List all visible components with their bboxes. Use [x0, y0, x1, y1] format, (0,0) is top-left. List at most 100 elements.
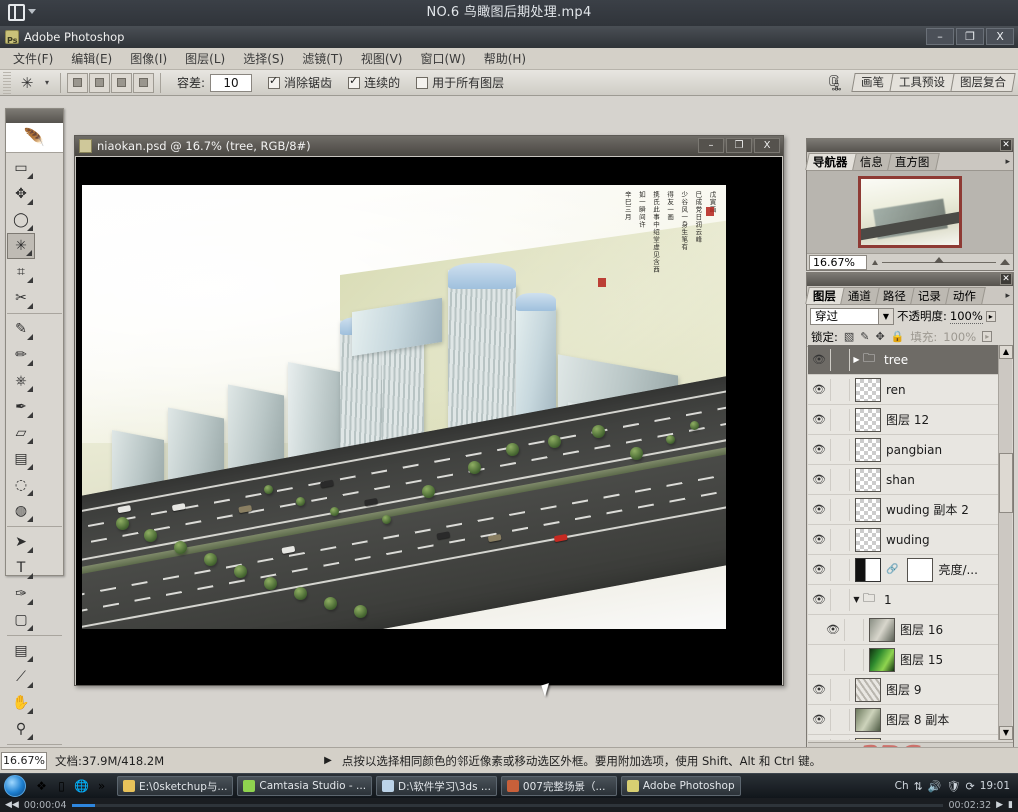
layer-name[interactable]: ren: [886, 383, 906, 397]
table-row[interactable]: 👁 图层 9: [808, 675, 1000, 705]
path-selection-tool[interactable]: ➤: [7, 529, 35, 555]
menu-view[interactable]: 视图(V): [352, 48, 412, 69]
layer-name[interactable]: 图层 12: [886, 411, 929, 428]
toolbox-drag-handle[interactable]: [6, 109, 63, 123]
opacity-slider-arrow-icon[interactable]: ▸: [985, 310, 996, 322]
close-button[interactable]: X: [986, 28, 1014, 45]
artboard-image[interactable]: 戊寅画 巳成党日润云峰 少谷风一身生笔有 得友一画 携氏此事中绍堂虚见含西 如一…: [82, 185, 726, 629]
network-icon[interactable]: ⇅: [914, 780, 923, 793]
fill-slider-arrow-icon[interactable]: ▸: [982, 331, 993, 342]
scroll-down-button[interactable]: ▼: [999, 726, 1013, 740]
table-row[interactable]: 👁 ▶ 🗀 tree: [808, 345, 1000, 375]
taskbar-item-photoshop[interactable]: Adobe Photoshop: [620, 776, 741, 796]
palette-well-tool-presets[interactable]: 工具预设: [889, 73, 955, 92]
magic-wand-icon[interactable]: ✳: [14, 72, 40, 94]
layer-thumbnail[interactable]: [855, 377, 881, 402]
link-cell[interactable]: [844, 648, 864, 671]
table-row[interactable]: 👁 ▼ 🗀 1: [808, 585, 1000, 615]
stop-button[interactable]: ▮: [1008, 800, 1013, 810]
pen-tool[interactable]: ✑: [7, 581, 35, 607]
status-menu-arrow-icon[interactable]: ▶: [324, 755, 332, 766]
link-cell[interactable]: [830, 678, 850, 701]
visibility-toggle-icon[interactable]: 👁: [808, 533, 830, 546]
link-cell[interactable]: [830, 468, 850, 491]
notes-tool[interactable]: ▤: [7, 638, 35, 664]
layer-thumbnail[interactable]: [855, 497, 881, 522]
scroll-up-button[interactable]: ▲: [999, 345, 1013, 359]
menu-help[interactable]: 帮助(H): [475, 48, 535, 69]
previous-button[interactable]: ◀◀: [5, 800, 19, 810]
menu-window[interactable]: 窗口(W): [411, 48, 474, 69]
adjustment-layer-thumbnail[interactable]: [855, 557, 881, 582]
lock-position-icon[interactable]: ✥: [876, 330, 885, 343]
show-desktop-icon[interactable]: ❖: [34, 779, 49, 794]
table-row[interactable]: 👁 wuding: [808, 525, 1000, 555]
zoom-out-icon[interactable]: [872, 259, 878, 265]
more-icon[interactable]: »: [94, 779, 109, 794]
layer-name[interactable]: wuding: [886, 533, 930, 547]
browser-icon[interactable]: 🌐: [74, 779, 89, 794]
layer-thumbnail[interactable]: [869, 647, 895, 672]
visibility-toggle-icon[interactable]: 👁: [808, 413, 830, 426]
navigator-thumbnail[interactable]: [858, 176, 962, 248]
layer-name[interactable]: wuding 副本 2: [886, 501, 969, 518]
menu-filter[interactable]: 滤镜(T): [293, 48, 352, 69]
options-bar-grip[interactable]: [3, 71, 11, 94]
chevron-down-icon[interactable]: ▼: [878, 308, 893, 324]
table-row[interactable]: 👁 图层 16: [808, 615, 1000, 645]
layers-scrollbar[interactable]: ▲ ▼: [998, 345, 1013, 740]
fill-value[interactable]: 100%: [943, 330, 976, 344]
contiguous-checkbox[interactable]: [348, 74, 361, 89]
windows-start-icon[interactable]: [4, 775, 26, 797]
stamp-icon[interactable]: 🗜: [824, 73, 846, 93]
layer-thumbnail[interactable]: [855, 437, 881, 462]
all-layers-checkbox[interactable]: [416, 76, 429, 89]
minimize-button[interactable]: –: [926, 28, 954, 45]
visibility-toggle-icon[interactable]: 👁: [808, 473, 830, 486]
move-tool[interactable]: ✥: [7, 181, 35, 207]
brush-tool[interactable]: ✏: [7, 342, 35, 368]
layer-name[interactable]: 图层 9: [886, 681, 921, 698]
lock-all-icon[interactable]: 🔒: [891, 330, 905, 343]
lock-transparency-icon[interactable]: ▧: [844, 330, 854, 343]
chevron-down-icon[interactable]: ▼: [850, 595, 863, 604]
media-player-icon[interactable]: ▯: [54, 779, 69, 794]
table-row[interactable]: 图层 15: [808, 645, 1000, 675]
clone-stamp-tool[interactable]: ⎈: [7, 368, 35, 394]
navigator-zoom-slider[interactable]: [869, 256, 1013, 265]
intersect-selection-button[interactable]: [133, 72, 154, 93]
link-cell[interactable]: [830, 348, 850, 371]
shape-tool[interactable]: ▢: [7, 607, 35, 633]
zoom-in-icon[interactable]: [1000, 259, 1010, 265]
panel-menu-icon[interactable]: ▸: [1005, 291, 1010, 301]
table-row[interactable]: 👁 图层 1: [808, 735, 1000, 740]
chevron-right-icon[interactable]: ▶: [850, 355, 863, 364]
document-titlebar[interactable]: niaokan.psd @ 16.7% (tree, RGB/8#) – ❐ X: [75, 136, 783, 156]
all-layers-option[interactable]: 用于所有图层: [416, 74, 504, 91]
blur-tool[interactable]: ◌: [7, 472, 35, 498]
table-row[interactable]: 👁 wuding 副本 2: [808, 495, 1000, 525]
table-row[interactable]: 👁 shan: [808, 465, 1000, 495]
menu-select[interactable]: 选择(S): [234, 48, 293, 69]
document-minimize-button[interactable]: –: [698, 138, 724, 153]
gradient-tool[interactable]: ▤: [7, 446, 35, 472]
tab-actions[interactable]: 动作: [945, 287, 986, 304]
update-icon[interactable]: ⟳: [966, 780, 975, 793]
taskbar-item-folder-3ds[interactable]: D:\软件学习\3ds ...: [376, 776, 497, 796]
layer-thumbnail[interactable]: [855, 407, 881, 432]
layers-panel-titlebar[interactable]: ✕: [807, 273, 1013, 286]
next-button[interactable]: ▶: [996, 800, 1003, 810]
link-cell[interactable]: [830, 498, 850, 521]
tab-histogram[interactable]: 直方图: [886, 153, 939, 170]
opacity-value[interactable]: 100%: [949, 309, 983, 324]
crop-tool[interactable]: ⌗: [7, 259, 35, 285]
link-cell[interactable]: [830, 438, 850, 461]
link-cell[interactable]: [830, 558, 850, 581]
link-cell[interactable]: [830, 738, 850, 740]
menu-layer[interactable]: 图层(L): [176, 48, 234, 69]
history-brush-tool[interactable]: ✒: [7, 394, 35, 420]
layer-thumbnail[interactable]: [855, 467, 881, 492]
close-icon[interactable]: ✕: [1000, 273, 1012, 285]
palette-well-layer-comps[interactable]: 图层复合: [950, 73, 1016, 92]
table-row[interactable]: 👁 图层 12: [808, 405, 1000, 435]
